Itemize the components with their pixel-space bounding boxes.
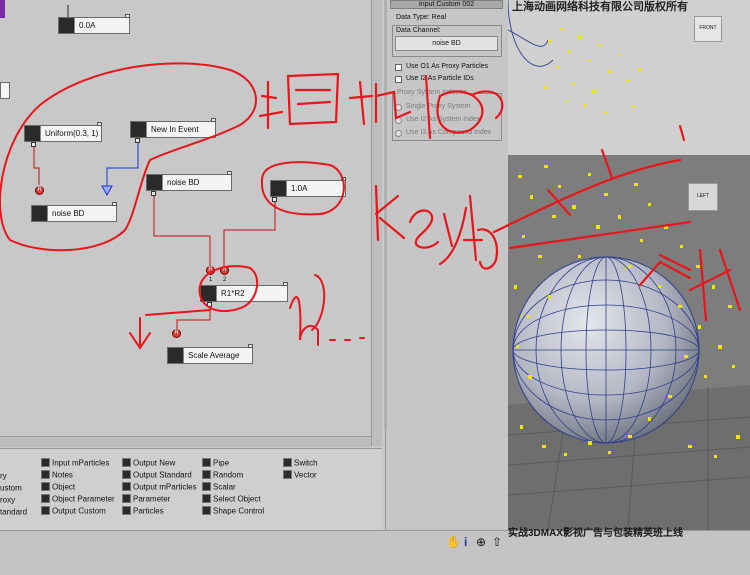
select-arrow-icon[interactable]: ⇧ bbox=[492, 535, 502, 549]
magnify-icon[interactable]: ⊕ bbox=[476, 535, 486, 549]
pan-hand-icon[interactable]: ✋ bbox=[446, 535, 461, 549]
info-icon[interactable]: i bbox=[464, 535, 467, 549]
red-annotations-overlay bbox=[258, 72, 742, 322]
course-banner: 实战3DMAX影视广告与包装精英班上线 bbox=[508, 528, 684, 539]
